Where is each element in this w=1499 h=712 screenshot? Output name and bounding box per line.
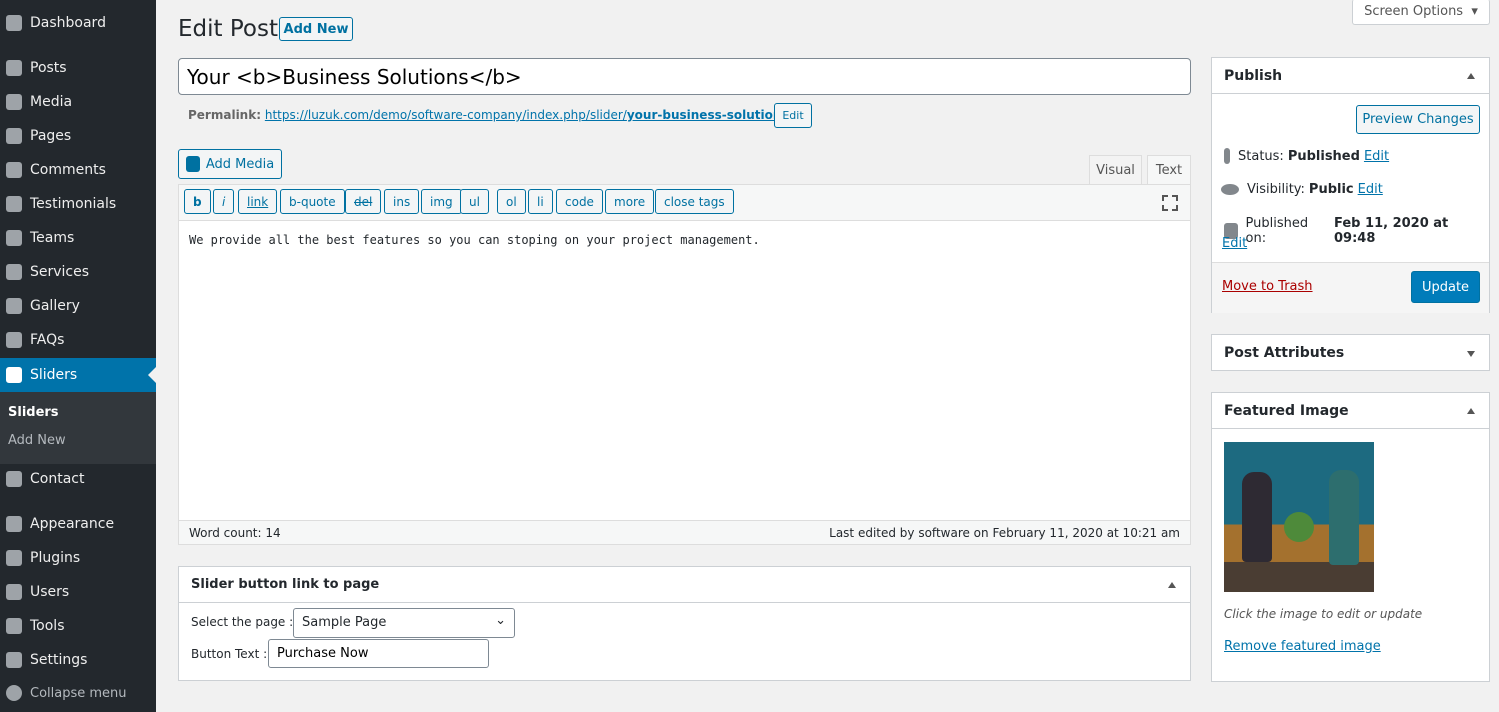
submenu-add-new[interactable]: Add New: [8, 433, 66, 448]
quicktag-li[interactable]: li: [528, 189, 553, 214]
tab-visual[interactable]: Visual: [1089, 155, 1142, 184]
content-textarea[interactable]: We provide all the best features so you …: [179, 221, 1190, 521]
quicktag-code[interactable]: code: [556, 189, 603, 214]
sidebar-item-pages[interactable]: Pages: [0, 119, 156, 153]
screen-options-button[interactable]: Screen Options ▾: [1352, 0, 1490, 25]
add-media-button[interactable]: Add Media: [178, 149, 282, 179]
sliders-submenu: Sliders Add New: [0, 392, 156, 464]
sidebar-item-appearance[interactable]: Appearance: [0, 507, 156, 541]
slider-button-box: Slider button link to page Select the pa…: [178, 566, 1191, 681]
faq-icon: [6, 332, 22, 348]
collapse-menu[interactable]: Collapse menu: [0, 676, 156, 710]
select-page-label: Select the page :: [191, 615, 294, 629]
button-text-input[interactable]: [268, 639, 489, 668]
update-button[interactable]: Update: [1411, 271, 1480, 303]
eye-icon: [1221, 184, 1239, 195]
preview-changes-button[interactable]: Preview Changes: [1356, 105, 1480, 134]
select-page-dropdown[interactable]: Sample Page ⌄: [293, 608, 515, 638]
page-title: Edit Post: [178, 16, 278, 42]
add-new-button[interactable]: Add New: [279, 17, 353, 41]
sidebar-item-dashboard[interactable]: Dashboard: [0, 6, 156, 40]
date-edit-link[interactable]: Edit: [1222, 236, 1247, 251]
visibility-edit-link[interactable]: Edit: [1358, 182, 1383, 197]
sidebar-item-gallery[interactable]: Gallery: [0, 289, 156, 323]
sidebar-item-sliders[interactable]: Sliders: [0, 358, 156, 392]
update-icon: [6, 264, 22, 280]
admin-sidebar: Sliders Add New Dashboard Posts Media Pages…: [0, 0, 156, 712]
featured-image[interactable]: [1224, 442, 1374, 592]
dashboard-icon: [6, 15, 22, 31]
permalink: Permalink: https://luzuk.com/demo/softwa…: [188, 108, 793, 122]
sidebar-item-media[interactable]: Media: [0, 85, 156, 119]
move-to-trash-link[interactable]: Move to Trash: [1222, 279, 1313, 294]
expand-toggle-icon[interactable]: [1467, 351, 1475, 361]
status-edit-link[interactable]: Edit: [1364, 149, 1389, 164]
featured-image-hint: Click the image to edit or update: [1224, 607, 1423, 621]
featured-image-box: Featured Image Click the image to edit o…: [1211, 392, 1490, 682]
sidebar-item-contact[interactable]: Contact: [0, 462, 156, 496]
button-text-label: Button Text :: [191, 647, 268, 661]
collapse-icon: [6, 685, 22, 701]
quicktag-ins[interactable]: ins: [384, 189, 420, 214]
tab-text[interactable]: Text: [1147, 155, 1191, 185]
email-icon: [6, 471, 22, 487]
pin-icon: [1224, 148, 1230, 164]
add-media-icon: [185, 156, 200, 172]
sidebar-item-users[interactable]: Users: [0, 575, 156, 609]
sidebar-item-services[interactable]: Services: [0, 255, 156, 289]
slides-icon: [6, 367, 22, 383]
publish-box: Publish Preview Changes Status: Published…: [1211, 57, 1490, 313]
pin-icon: [6, 60, 22, 76]
media-icon: [6, 94, 22, 110]
sidebar-item-testimonials[interactable]: Testimonials: [0, 187, 156, 221]
quicktag-close-tags[interactable]: close tags: [655, 189, 734, 214]
word-count: Word count: 14: [189, 525, 281, 540]
permalink-link[interactable]: https://luzuk.com/demo/software-company/…: [265, 108, 793, 122]
permalink-edit-button[interactable]: Edit: [774, 103, 812, 128]
quicktag-link[interactable]: link: [238, 189, 278, 214]
quicktag-del[interactable]: del: [345, 189, 382, 214]
post-title-input[interactable]: [178, 58, 1191, 95]
sidebar-item-faqs[interactable]: FAQs: [0, 323, 156, 357]
editor: We provide all the best features so you …: [178, 184, 1191, 545]
gallery-icon: [6, 298, 22, 314]
quicktag-b[interactable]: b: [184, 189, 211, 214]
submenu-sliders[interactable]: Sliders: [8, 405, 59, 420]
users-icon: [6, 584, 22, 600]
post-attributes-box: Post Attributes: [1211, 334, 1490, 371]
settings-icon: [6, 652, 22, 668]
sidebar-item-comments[interactable]: Comments: [0, 153, 156, 187]
pages-icon: [6, 128, 22, 144]
groups-icon: [6, 230, 22, 246]
remove-featured-image-link[interactable]: Remove featured image: [1224, 639, 1381, 654]
quicktag-b-quote[interactable]: b-quote: [280, 189, 345, 214]
sidebar-item-posts[interactable]: Posts: [0, 51, 156, 85]
testimonials-icon: [6, 196, 22, 212]
quicktag-img[interactable]: img: [421, 189, 462, 214]
comments-icon: [6, 162, 22, 178]
last-edited: Last edited by software on February 11, …: [829, 525, 1180, 540]
plugin-icon: [6, 550, 22, 566]
sidebar-item-teams[interactable]: Teams: [0, 221, 156, 255]
quicktag-ul[interactable]: ul: [460, 189, 489, 214]
collapse-toggle-icon[interactable]: [1467, 69, 1475, 79]
quicktag-more[interactable]: more: [605, 189, 655, 214]
collapse-toggle-icon[interactable]: [1168, 578, 1176, 588]
sidebar-item-tools[interactable]: Tools: [0, 609, 156, 643]
wrench-icon: [6, 618, 22, 634]
brush-icon: [6, 516, 22, 532]
quicktag-ol[interactable]: ol: [497, 189, 526, 214]
quicktag-i[interactable]: i: [213, 189, 235, 214]
sidebar-item-settings[interactable]: Settings: [0, 643, 156, 677]
collapse-toggle-icon[interactable]: [1467, 404, 1475, 414]
sidebar-item-plugins[interactable]: Plugins: [0, 541, 156, 575]
fullscreen-icon[interactable]: [1162, 195, 1178, 211]
